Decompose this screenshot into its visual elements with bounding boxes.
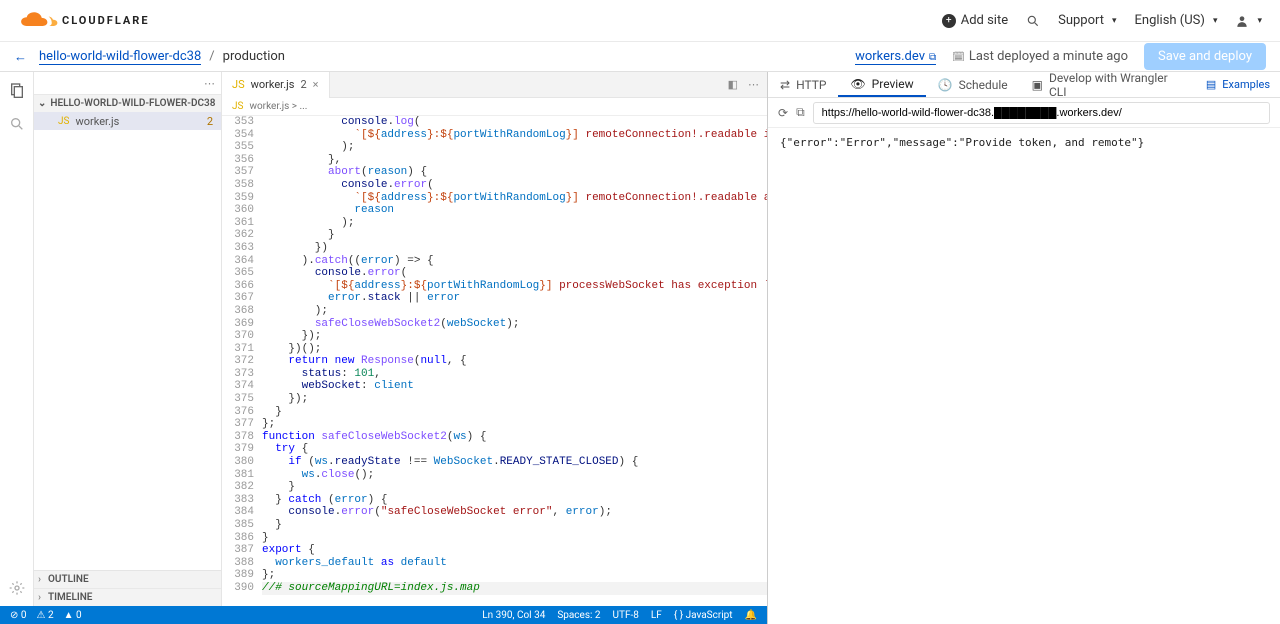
editor-breadcrumb[interactable]: JSworker.js > ...	[222, 98, 767, 116]
tab-http[interactable]: ⇄HTTP	[768, 72, 838, 97]
terminal-icon: ▣	[1032, 78, 1043, 92]
account-dropdown[interactable]	[1235, 14, 1262, 28]
topbar: CLOUDFLARE +Add site Support English (US…	[0, 0, 1280, 42]
arrows-icon: ⇄	[780, 78, 790, 92]
split-editor-icon[interactable]: ◧	[728, 78, 738, 91]
tab-preview[interactable]: 👁Preview	[838, 72, 925, 97]
preview-response: {"error":"Error","message":"Provide toke…	[768, 128, 1280, 624]
breadcrumb-env: production	[223, 49, 285, 64]
user-icon	[1235, 14, 1249, 28]
examples-link[interactable]: ▤Examples	[1196, 72, 1280, 97]
open-external-icon[interactable]: ⧉	[796, 105, 805, 120]
save-and-deploy-button[interactable]: Save and deploy	[1144, 43, 1266, 70]
tree-file-worker[interactable]: JS worker.js 2	[34, 112, 221, 130]
code-lines[interactable]: console.log( `[${address}:${portWithRand…	[262, 116, 767, 606]
status-eol[interactable]: LF	[651, 610, 662, 621]
refresh-icon[interactable]: ⟳	[778, 106, 788, 120]
workers-dev-link[interactable]: workers.dev	[855, 49, 936, 65]
book-icon: ▤	[1206, 78, 1216, 91]
breadcrumb-project[interactable]: hello-world-wild-flower-dc38	[39, 49, 201, 65]
status-spaces[interactable]: Spaces: 2	[557, 610, 600, 621]
search-sidebar-icon[interactable]	[7, 114, 27, 134]
cloud-icon	[18, 11, 58, 31]
clock-icon: 🕓	[938, 78, 953, 92]
eye-icon: 👁	[850, 77, 865, 91]
status-warnings[interactable]: ⚠ 2	[36, 610, 53, 621]
last-deployed: Last deployed a minute ago	[952, 49, 1128, 64]
preview-tabs: ⇄HTTP 👁Preview 🕓Schedule ▣Develop with W…	[768, 72, 1280, 98]
search-icon[interactable]	[1026, 14, 1040, 28]
js-file-icon: JS	[232, 78, 245, 91]
back-arrow-icon[interactable]	[14, 49, 31, 65]
more-icon[interactable]: ⋯	[204, 77, 215, 90]
tree-timeline[interactable]: TIMELINE	[34, 588, 221, 606]
tab-worker-js[interactable]: JS worker.js 2 ×	[222, 72, 330, 98]
status-infos[interactable]: ▲ 0	[64, 610, 82, 621]
breadcrumb-bar: hello-world-wild-flower-dc38 / productio…	[0, 42, 1280, 72]
explorer-icon[interactable]	[7, 80, 27, 100]
status-bell-icon[interactable]: 🔔	[745, 610, 757, 621]
code-editor[interactable]: 353 354 355 356 357 358 359 360 361 362 …	[222, 116, 767, 606]
status-lang[interactable]: { } JavaScript	[674, 610, 733, 621]
preview-url-input[interactable]	[813, 102, 1270, 124]
brand-text: CLOUDFLARE	[62, 14, 150, 27]
status-bar: ⊘ 0 ⚠ 2 ▲ 0 Ln 390, Col 34 Spaces: 2 UTF…	[0, 606, 767, 624]
line-gutter: 353 354 355 356 357 358 359 360 361 362 …	[222, 116, 262, 606]
more-actions-icon[interactable]: ⋯	[748, 78, 759, 91]
settings-icon[interactable]	[7, 578, 27, 598]
cloudflare-logo[interactable]: CLOUDFLARE	[18, 11, 150, 31]
tab-schedule[interactable]: 🕓Schedule	[926, 72, 1020, 97]
status-encoding[interactable]: UTF-8	[613, 610, 639, 621]
language-dropdown[interactable]: English (US)	[1135, 13, 1218, 28]
add-site-link[interactable]: +Add site	[942, 13, 1008, 28]
file-explorer: ⋯ ⌄HELLO-WORLD-WILD-FLOWER-DC38 JS worke…	[34, 72, 222, 606]
plus-icon: +	[942, 14, 956, 28]
editor-tabbar: JS worker.js 2 × ◧ ⋯	[222, 72, 767, 98]
js-file-icon: JS	[58, 116, 69, 127]
status-errors[interactable]: ⊘ 0	[10, 610, 26, 621]
tab-wrangler-cli[interactable]: ▣Develop with Wrangler CLI	[1020, 72, 1196, 97]
activity-bar	[0, 72, 34, 606]
tree-project-header[interactable]: ⌄HELLO-WORLD-WILD-FLOWER-DC38	[34, 94, 221, 112]
close-icon[interactable]: ×	[313, 78, 319, 91]
status-cursor[interactable]: Ln 390, Col 34	[482, 610, 545, 621]
support-dropdown[interactable]: Support	[1058, 13, 1116, 28]
tree-outline[interactable]: OUTLINE	[34, 570, 221, 588]
